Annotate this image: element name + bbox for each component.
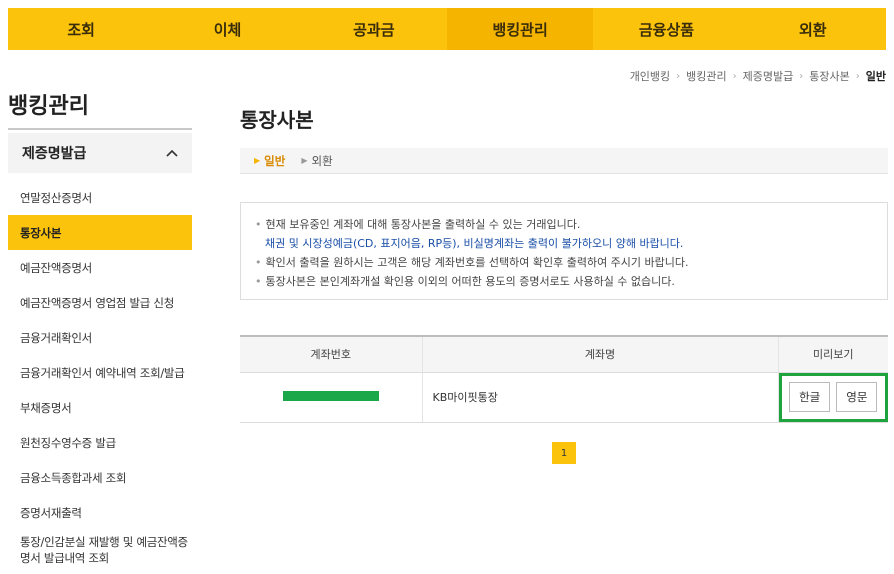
breadcrumb-separator-icon: › [799,70,804,82]
nav-item-inquiry[interactable]: 조회 [8,8,154,50]
breadcrumb: 개인뱅킹 › 뱅킹관리 › 제증명발급 › 통장사본 › 일반 [630,68,886,84]
sidebar-title: 뱅킹관리 [8,94,89,119]
triangle-right-icon: ▶ [301,156,308,165]
notice-line-1-note: 채권 및 시장성예금(CD, 표지어음, RP등), 비실명계좌는 출력이 불가… [265,237,684,250]
breadcrumb-bankbook-copy[interactable]: 통장사본 [809,68,849,84]
breadcrumb-current: 일반 [865,70,886,83]
triangle-right-icon: ▶ [254,156,261,165]
sub-tabs: ▶ 일반 ▶ 외환 [240,148,888,174]
page-title: 통장사본 [240,108,314,132]
notice-line-1: • 현재 보유중인 계좌에 대해 통장사본을 출력하실 수 있는 거래입니다. [255,218,581,231]
column-header-preview: 미리보기 [777,335,888,373]
tab-general-label: 일반 [264,153,286,168]
breadcrumb-personal-banking[interactable]: 개인뱅킹 [630,68,670,84]
notice-line-2: • 확인서 출력을 원하시는 고객은 해당 계좌번호를 선택하여 확인후 출력하여… [255,256,689,269]
sidebar-item-transaction-reservation[interactable]: 금융거래확인서 예약내역 조회/발급 [8,355,192,390]
sidebar-divider [8,128,192,130]
table-header-row: 계좌번호 계좌명 미리보기 [240,335,888,373]
sidebar-item-year-end-tax[interactable]: 연말정산증명서 [8,180,192,215]
bullet-icon: • [255,275,262,288]
breadcrumb-separator-icon: › [855,70,860,82]
bullet-icon: • [255,218,262,231]
preview-korean-button[interactable]: 한글 [789,382,831,412]
sidebar-item-financial-income-tax[interactable]: 금융소득종합과세 조회 [8,460,192,495]
account-name-cell: KB마이핏통장 [421,372,778,423]
sidebar-item-balance-certificate[interactable]: 예금잔액증명서 [8,250,192,285]
sidebar-item-transaction-confirmation[interactable]: 금융거래확인서 [8,320,192,355]
sidebar-group-certificates[interactable]: 제증명발급 [8,133,192,173]
sidebar-item-bankbook-copy[interactable]: 통장사본 [8,215,192,250]
preview-english-button[interactable]: 영문 [836,382,878,412]
redacted-account-number [282,390,379,401]
tab-foreign-label: 외환 [311,153,333,168]
sidebar-item-debt-certificate[interactable]: 부채증명서 [8,390,192,425]
nav-item-transfer[interactable]: 이체 [154,8,300,50]
column-header-account-number: 계좌번호 [240,335,422,373]
column-header-account-name: 계좌명 [421,335,778,373]
tab-general[interactable]: ▶ 일반 [254,153,285,169]
sidebar-item-lost-reissue-history[interactable]: 통장/인감분실 재발행 및 예금잔액증명서 발급내역 조회 [8,530,192,570]
account-table: 계좌번호 계좌명 미리보기 KB마이핏통장 한글 영문 [240,335,888,423]
preview-cell: 한글 영문 [777,372,888,423]
sidebar-item-withholding-receipt[interactable]: 원천징수영수증 발급 [8,425,192,460]
bullet-icon: • [255,256,262,269]
sidebar-group-label: 제증명발급 [22,146,87,162]
account-number-cell [240,372,422,423]
breadcrumb-certificates[interactable]: 제증명발급 [743,68,794,84]
breadcrumb-separator-icon: › [676,70,681,82]
breadcrumb-separator-icon: › [732,70,737,82]
sidebar-menu: 연말정산증명서 통장사본 예금잔액증명서 예금잔액증명서 영업점 발급 신청 금… [8,180,192,570]
tab-foreign[interactable]: ▶ 외환 [301,153,332,169]
sidebar-item-reprint[interactable]: 증명서재출력 [8,495,192,530]
sidebar-item-balance-branch-request[interactable]: 예금잔액증명서 영업점 발급 신청 [8,285,192,320]
table-row: KB마이핏통장 한글 영문 [240,372,888,423]
nav-item-foreign-exchange[interactable]: 외환 [740,8,886,50]
notice-box: • 현재 보유중인 계좌에 대해 통장사본을 출력하실 수 있는 거래입니다. 채… [240,202,888,300]
pagination-page-1[interactable]: 1 [552,442,576,464]
nav-item-utility-bills[interactable]: 공과금 [301,8,447,50]
notice-line-3: • 통장사본은 본인계좌개설 확인용 이외의 어떠한 용도의 증명서로도 사용하실… [255,275,675,288]
nav-item-financial-products[interactable]: 금융상품 [593,8,739,50]
top-nav: 조회 이체 공과금 뱅킹관리 금융상품 외환 [8,8,886,50]
nav-item-banking-management[interactable]: 뱅킹관리 [446,8,594,50]
breadcrumb-banking-management[interactable]: 뱅킹관리 [686,68,726,84]
preview-highlight-box: 한글 영문 [778,372,888,422]
chevron-up-icon [166,149,178,157]
